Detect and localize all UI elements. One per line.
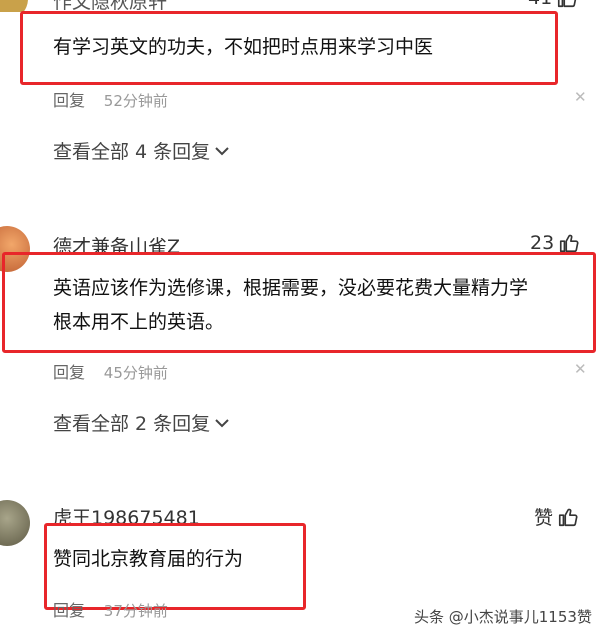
thumbs-up-icon	[560, 234, 579, 253]
view-replies-label: 查看全部 4 条回复	[53, 141, 211, 163]
like-count: 41	[528, 0, 552, 9]
watermark: 头条 @小杰说事儿1153赞	[410, 604, 596, 629]
like-button[interactable]: 赞	[534, 503, 579, 530]
comment-text-line-2: 根本用不上的英语。	[53, 311, 225, 333]
comment-time: 45分钟前	[103, 364, 168, 382]
thumbs-up-icon	[558, 0, 577, 8]
reply-button[interactable]: 回复	[53, 91, 85, 110]
comment-text-line-1: 英语应该作为选修课，根据需要，没必要花费大量精力学	[53, 277, 529, 299]
comment-meta: 回复 37分钟前	[53, 597, 168, 621]
avatar[interactable]	[0, 500, 30, 546]
comment-meta: 回复 52分钟前	[53, 87, 168, 111]
like-button[interactable]: 41	[528, 0, 578, 9]
chevron-down-icon	[215, 418, 229, 427]
comment-time: 52分钟前	[103, 92, 168, 110]
comment-meta: 回复 45分钟前	[53, 359, 168, 383]
reply-button[interactable]: 回复	[53, 601, 85, 620]
view-replies-label: 查看全部 2 条回复	[53, 413, 211, 435]
like-count: 23	[530, 232, 555, 254]
view-replies-link[interactable]: 查看全部 4 条回复	[53, 137, 230, 164]
comment-time: 37分钟前	[103, 602, 168, 620]
close-icon[interactable]: ✕	[574, 88, 587, 106]
reply-button[interactable]: 回复	[53, 363, 85, 382]
chevron-down-icon	[215, 146, 229, 155]
thumbs-up-icon	[558, 508, 578, 526]
close-icon[interactable]: ✕	[574, 360, 587, 378]
like-label: 赞	[534, 507, 554, 529]
view-replies-link[interactable]: 查看全部 2 条回复	[53, 409, 230, 436]
comment-text: 赞同北京教育届的行为	[53, 548, 244, 570]
like-button[interactable]: 23	[530, 232, 580, 254]
comment-text: 有学习英文的功夫，不如把时点用来学习中医	[53, 36, 434, 58]
